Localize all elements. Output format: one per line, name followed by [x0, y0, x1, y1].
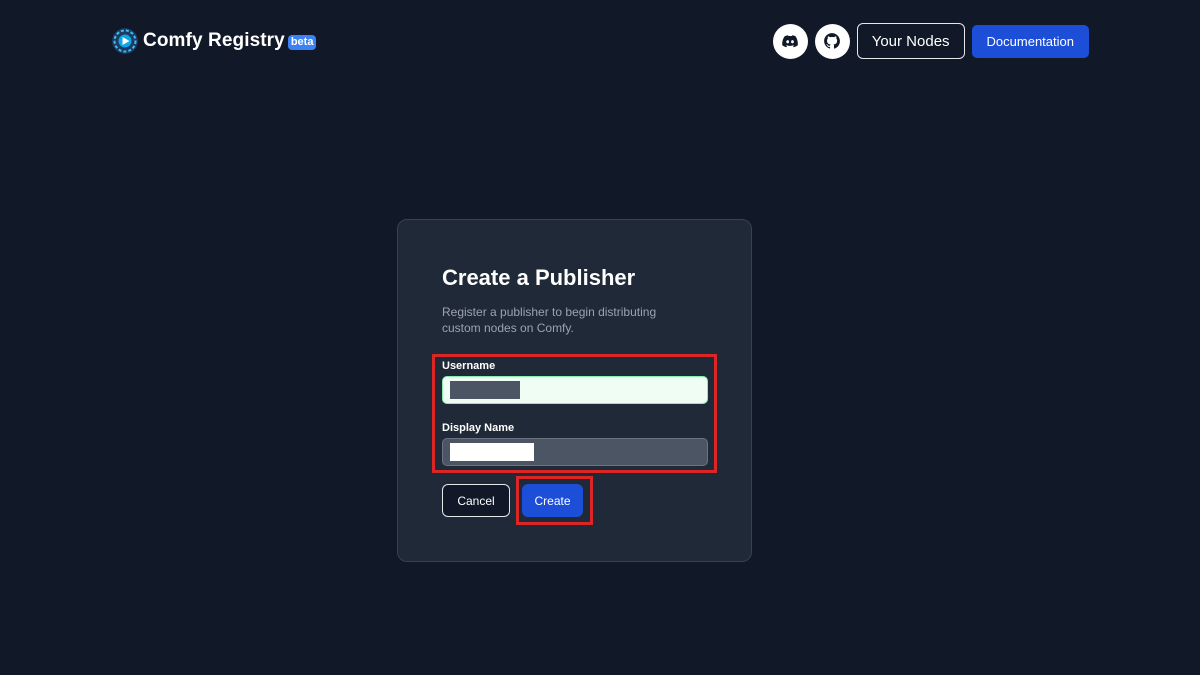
display-name-input[interactable] — [442, 438, 708, 466]
brand[interactable]: Comfy Registry beta — [112, 27, 317, 55]
comfy-logo-icon — [112, 28, 138, 54]
github-button[interactable] — [814, 23, 850, 59]
discord-icon — [782, 35, 799, 48]
documentation-button[interactable]: Documentation — [971, 24, 1089, 58]
username-label: Username — [442, 360, 496, 372]
display-name-redacted-value — [450, 443, 534, 461]
create-publisher-card: Create a Publisher Register a publisher … — [397, 219, 752, 562]
discord-button[interactable] — [772, 23, 808, 59]
display-name-label: Display Name — [442, 422, 515, 434]
page: Comfy Registry beta Your Nodes Documenta… — [0, 0, 1200, 675]
your-nodes-button[interactable]: Your Nodes — [856, 23, 965, 59]
header-nav: Your Nodes Documentation — [772, 23, 1089, 59]
create-button[interactable]: Create — [522, 484, 583, 517]
cancel-button[interactable]: Cancel — [442, 484, 510, 517]
github-icon — [824, 33, 841, 49]
beta-badge: beta — [287, 34, 317, 50]
brand-name: Comfy Registry — [143, 30, 285, 51]
page-title: Create a Publisher — [442, 265, 636, 290]
form-description: Register a publisher to begin distributi… — [442, 305, 657, 335]
username-redacted-value — [450, 381, 520, 399]
username-input[interactable] — [442, 376, 708, 404]
